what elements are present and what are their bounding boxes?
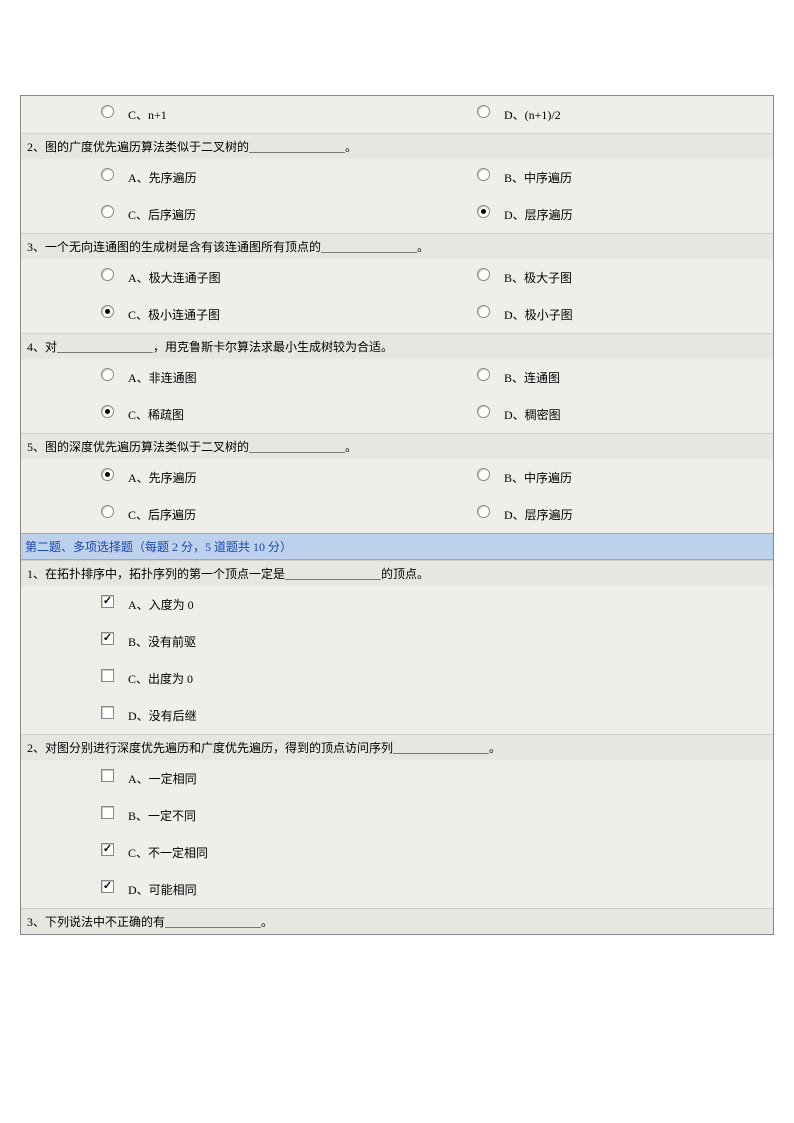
radio-icon[interactable] bbox=[101, 468, 114, 481]
checkbox-icon[interactable] bbox=[101, 669, 114, 682]
radio-icon[interactable] bbox=[101, 105, 114, 118]
option-label: A、极大连通子图 bbox=[128, 269, 221, 286]
q5-opt-a[interactable]: A、先序遍历 bbox=[21, 459, 397, 496]
radio-icon[interactable] bbox=[477, 468, 490, 481]
radio-icon[interactable] bbox=[477, 505, 490, 518]
q2-options: A、先序遍历 B、中序遍历 C、后序遍历 D、层序遍历 bbox=[21, 159, 773, 233]
q5-opt-c[interactable]: C、后序遍历 bbox=[21, 496, 397, 533]
option-label: D、可能相同 bbox=[128, 881, 197, 898]
radio-icon[interactable] bbox=[101, 305, 114, 318]
mq1-opt-d[interactable]: D、没有后继 bbox=[21, 697, 773, 734]
mq3-text: 3、下列说法中不正确的有＿＿＿＿＿＿＿＿。 bbox=[21, 908, 773, 934]
option-label: C、后序遍历 bbox=[128, 506, 196, 523]
mq2-options: A、一定相同 B、一定不同 C、不一定相同 D、可能相同 bbox=[21, 760, 773, 908]
option-label: D、(n+1)/2 bbox=[504, 106, 561, 123]
option-label: C、n+1 bbox=[128, 106, 167, 123]
q3-opt-d[interactable]: D、极小子图 bbox=[397, 296, 773, 333]
q2-opt-b[interactable]: B、中序遍历 bbox=[397, 159, 773, 196]
q3-text: 3、一个无向连通图的生成树是含有该连通图所有顶点的＿＿＿＿＿＿＿＿。 bbox=[21, 233, 773, 259]
q2-opt-d[interactable]: D、层序遍历 bbox=[397, 196, 773, 233]
q4-options: A、非连通图 B、连通图 C、稀疏图 D、稠密图 bbox=[21, 359, 773, 433]
q2-text: 2、图的广度优先遍历算法类似于二叉树的＿＿＿＿＿＿＿＿。 bbox=[21, 133, 773, 159]
mq1-text: 1、在拓扑排序中，拓扑序列的第一个顶点一定是＿＿＿＿＿＿＿＿的顶点。 bbox=[21, 560, 773, 586]
mq2-opt-c[interactable]: C、不一定相同 bbox=[21, 834, 773, 871]
option-label: A、先序遍历 bbox=[128, 469, 197, 486]
option-label: B、中序遍历 bbox=[504, 469, 572, 486]
option-label: D、没有后继 bbox=[128, 707, 197, 724]
q5-opt-b[interactable]: B、中序遍历 bbox=[397, 459, 773, 496]
q3-options: A、极大连通子图 B、极大子图 C、极小连通子图 D、极小子图 bbox=[21, 259, 773, 333]
checkbox-icon[interactable] bbox=[101, 806, 114, 819]
option-label: A、入度为 0 bbox=[128, 596, 194, 613]
mq1-opt-c[interactable]: C、出度为 0 bbox=[21, 660, 773, 697]
q1-opt-c[interactable]: C、n+1 bbox=[21, 96, 397, 133]
checkbox-icon[interactable] bbox=[101, 843, 114, 856]
radio-icon[interactable] bbox=[477, 405, 490, 418]
q5-options: A、先序遍历 B、中序遍历 C、后序遍历 D、层序遍历 bbox=[21, 459, 773, 533]
mq2-opt-a[interactable]: A、一定相同 bbox=[21, 760, 773, 797]
mq2-text: 2、对图分别进行深度优先遍历和广度优先遍历，得到的顶点访问序列＿＿＿＿＿＿＿＿。 bbox=[21, 734, 773, 760]
q3-opt-c[interactable]: C、极小连通子图 bbox=[21, 296, 397, 333]
option-label: C、出度为 0 bbox=[128, 670, 193, 687]
q3-opt-a[interactable]: A、极大连通子图 bbox=[21, 259, 397, 296]
option-label: B、连通图 bbox=[504, 369, 560, 386]
option-label: D、稠密图 bbox=[504, 406, 561, 423]
option-label: A、一定相同 bbox=[128, 770, 197, 787]
option-label: C、后序遍历 bbox=[128, 206, 196, 223]
exam-container: C、n+1 D、(n+1)/2 2、图的广度优先遍历算法类似于二叉树的＿＿＿＿＿… bbox=[20, 95, 774, 935]
option-label: C、不一定相同 bbox=[128, 844, 208, 861]
q4-opt-b[interactable]: B、连通图 bbox=[397, 359, 773, 396]
checkbox-icon[interactable] bbox=[101, 595, 114, 608]
checkbox-icon[interactable] bbox=[101, 880, 114, 893]
option-label: C、极小连通子图 bbox=[128, 306, 220, 323]
radio-icon[interactable] bbox=[477, 305, 490, 318]
option-label: B、一定不同 bbox=[128, 807, 196, 824]
option-label: A、先序遍历 bbox=[128, 169, 197, 186]
mq2-opt-b[interactable]: B、一定不同 bbox=[21, 797, 773, 834]
mq1-options: A、入度为 0 B、没有前驱 C、出度为 0 D、没有后继 bbox=[21, 586, 773, 734]
q1-opt-d[interactable]: D、(n+1)/2 bbox=[397, 96, 773, 133]
mq1-opt-b[interactable]: B、没有前驱 bbox=[21, 623, 773, 660]
option-label: D、层序遍历 bbox=[504, 206, 573, 223]
radio-icon[interactable] bbox=[101, 405, 114, 418]
radio-icon[interactable] bbox=[101, 368, 114, 381]
checkbox-icon[interactable] bbox=[101, 769, 114, 782]
radio-icon[interactable] bbox=[101, 168, 114, 181]
mq2-opt-d[interactable]: D、可能相同 bbox=[21, 871, 773, 908]
option-label: D、极小子图 bbox=[504, 306, 573, 323]
option-label: B、没有前驱 bbox=[128, 633, 196, 650]
checkbox-icon[interactable] bbox=[101, 706, 114, 719]
radio-icon[interactable] bbox=[477, 368, 490, 381]
q4-opt-d[interactable]: D、稠密图 bbox=[397, 396, 773, 433]
q4-opt-a[interactable]: A、非连通图 bbox=[21, 359, 397, 396]
mq1-opt-a[interactable]: A、入度为 0 bbox=[21, 586, 773, 623]
option-label: D、层序遍历 bbox=[504, 506, 573, 523]
radio-icon[interactable] bbox=[101, 205, 114, 218]
radio-icon[interactable] bbox=[477, 268, 490, 281]
radio-icon[interactable] bbox=[101, 268, 114, 281]
q1-options: C、n+1 D、(n+1)/2 bbox=[21, 96, 773, 133]
option-label: B、极大子图 bbox=[504, 269, 572, 286]
option-label: C、稀疏图 bbox=[128, 406, 184, 423]
q2-opt-c[interactable]: C、后序遍历 bbox=[21, 196, 397, 233]
option-label: B、中序遍历 bbox=[504, 169, 572, 186]
radio-icon[interactable] bbox=[101, 505, 114, 518]
q5-opt-d[interactable]: D、层序遍历 bbox=[397, 496, 773, 533]
q4-opt-c[interactable]: C、稀疏图 bbox=[21, 396, 397, 433]
radio-icon[interactable] bbox=[477, 105, 490, 118]
checkbox-icon[interactable] bbox=[101, 632, 114, 645]
option-label: A、非连通图 bbox=[128, 369, 197, 386]
section2-header: 第二题、多项选择题（每题 2 分，5 道题共 10 分） bbox=[21, 533, 773, 560]
radio-icon[interactable] bbox=[477, 205, 490, 218]
q5-text: 5、图的深度优先遍历算法类似于二叉树的＿＿＿＿＿＿＿＿。 bbox=[21, 433, 773, 459]
q2-opt-a[interactable]: A、先序遍历 bbox=[21, 159, 397, 196]
q4-text: 4、对＿＿＿＿＿＿＿＿，用克鲁斯卡尔算法求最小生成树较为合适。 bbox=[21, 333, 773, 359]
radio-icon[interactable] bbox=[477, 168, 490, 181]
q3-opt-b[interactable]: B、极大子图 bbox=[397, 259, 773, 296]
